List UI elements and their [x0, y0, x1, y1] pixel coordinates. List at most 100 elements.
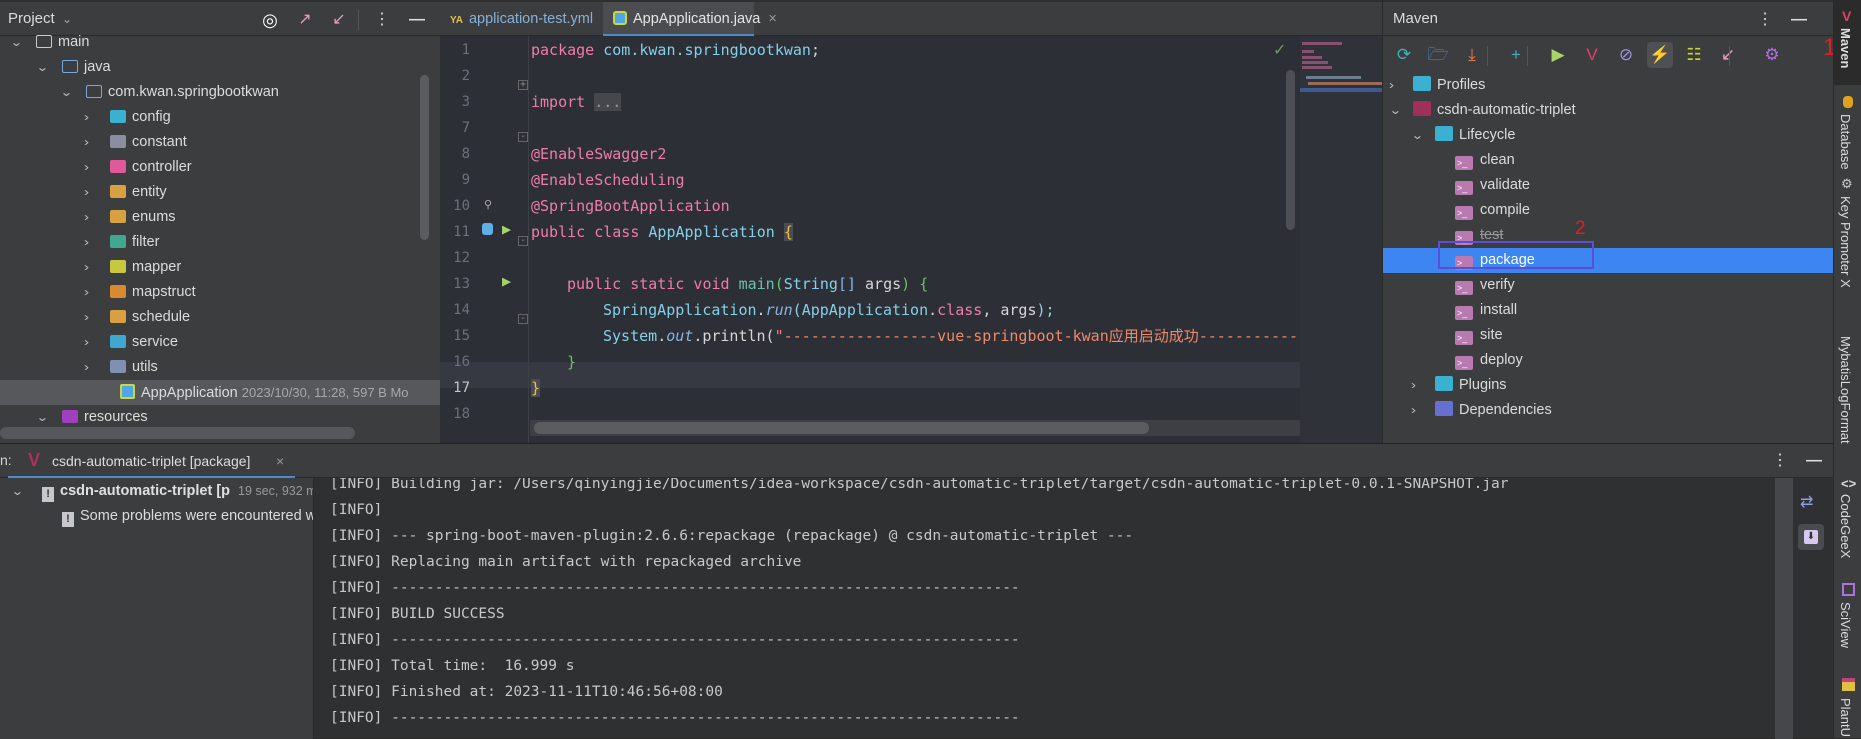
tool-key-promoter-x[interactable]: Key Promoter X: [1838, 196, 1853, 288]
chevron-right-icon[interactable]: ›: [1411, 398, 1429, 423]
maven-tree-item[interactable]: >_ compile: [1383, 198, 1833, 223]
maven-tree-item[interactable]: >_ deploy: [1383, 348, 1833, 373]
chevron-right-icon[interactable]: ›: [84, 330, 102, 355]
tab-application-test-yml[interactable]: YAapplication-test.yml ×: [440, 2, 612, 36]
chevron-right-icon[interactable]: ›: [1389, 73, 1407, 98]
fold-collapse-icon[interactable]: -: [518, 132, 528, 142]
project-tree-item[interactable]: AppApplication 2023/10/30, 11:28, 597 B …: [0, 380, 451, 405]
soft-wrap-icon[interactable]: ⇄: [1800, 492, 1813, 512]
chevron-right-icon[interactable]: ›: [84, 130, 102, 155]
minimize-icon[interactable]: —: [1787, 8, 1811, 32]
chevron-right-icon[interactable]: ›: [84, 255, 102, 280]
project-tree-item[interactable]: › schedule: [0, 305, 420, 330]
horizontal-scrollbar[interactable]: [534, 422, 1149, 434]
project-tree-item[interactable]: ⌄ java: [0, 55, 420, 80]
chevron-down-icon[interactable]: ⌄: [1389, 98, 1407, 123]
project-tree-item[interactable]: ⌄ com.kwan.springbootkwan: [0, 80, 420, 105]
tab-app-application-java[interactable]: AppApplication.java ×: [603, 2, 777, 36]
project-tree-item[interactable]: › entity: [0, 180, 420, 205]
chevron-down-icon[interactable]: ⌄: [1411, 123, 1429, 148]
chevron-right-icon[interactable]: ›: [84, 230, 102, 255]
more-options-icon[interactable]: ⋮: [1768, 449, 1792, 473]
console-scrollbar[interactable]: [1775, 478, 1793, 739]
maven-tree-item[interactable]: › Plugins: [1383, 373, 1833, 398]
maven-tree-item[interactable]: › Profiles: [1383, 73, 1833, 98]
chevron-right-icon[interactable]: ›: [84, 305, 102, 330]
project-tree-item[interactable]: › mapstruct: [0, 280, 420, 305]
code-minimap[interactable]: [1300, 36, 1382, 443]
expand-all-icon[interactable]: ↗: [293, 8, 317, 32]
spring-bean-icon[interactable]: [482, 223, 493, 235]
project-tree-item[interactable]: › filter: [0, 230, 420, 255]
project-tree-item[interactable]: ⌄ main: [0, 30, 420, 55]
code-editor[interactable]: 1 2 3 7 8 9 10 11 12 13 14 15 16 17 18 + - - - ⚲ ▶ ▶ p…: [440, 36, 1300, 443]
chevron-down-icon[interactable]: ⌄: [36, 55, 54, 80]
download-icon[interactable]: ⤓: [1459, 42, 1485, 68]
scroll-to-end-button[interactable]: ⬇: [1798, 524, 1824, 550]
maven-tree-item[interactable]: >_ clean: [1383, 148, 1833, 173]
minimize-icon[interactable]: —: [1802, 449, 1826, 473]
no-problems-check-icon[interactable]: ✓: [1273, 40, 1286, 59]
run-tab-package[interactable]: V csdn-automatic-triplet [package] ×: [8, 444, 295, 478]
maven-tree-item[interactable]: >_ site: [1383, 323, 1833, 348]
close-icon[interactable]: ×: [768, 11, 776, 27]
chevron-down-icon[interactable]: ⌄: [62, 12, 72, 26]
chevron-right-icon[interactable]: ›: [84, 180, 102, 205]
project-tree-item[interactable]: › service: [0, 330, 420, 355]
vertical-scrollbar[interactable]: [1286, 70, 1295, 230]
console-output[interactable]: [INFO] Building jar: /Users/qinyingjie/D…: [0, 478, 1775, 739]
fold-expand-icon[interactable]: +: [518, 80, 528, 90]
chevron-right-icon[interactable]: ›: [1411, 373, 1429, 398]
maven-tree-item[interactable]: ⌄ Lifecycle: [1383, 123, 1833, 148]
project-tree-item[interactable]: › mapper: [0, 255, 420, 280]
chevron-right-icon[interactable]: ›: [84, 280, 102, 305]
horizontal-scrollbar[interactable]: [0, 427, 355, 439]
add-icon[interactable]: +: [1503, 42, 1529, 68]
execute-maven-goal-icon[interactable]: V: [1579, 42, 1605, 68]
reimport-folder-icon[interactable]: 🗁: [1425, 42, 1451, 68]
collapse-all-icon[interactable]: ↙: [327, 8, 351, 32]
run-icon[interactable]: ▶: [502, 220, 511, 238]
maven-tree-item[interactable]: › Dependencies: [1383, 398, 1833, 423]
tool-sciview[interactable]: SciView: [1838, 602, 1853, 648]
locate-file-icon[interactable]: ◎: [258, 8, 282, 32]
close-icon[interactable]: ×: [276, 453, 284, 469]
tool-maven[interactable]: Maven: [1838, 28, 1853, 68]
settings-icon[interactable]: ⚙: [1759, 42, 1785, 68]
run-icon[interactable]: ▶: [1545, 42, 1571, 68]
maven-tree-item[interactable]: ⌄ csdn-automatic-triplet: [1383, 98, 1833, 123]
fold-collapse-icon[interactable]: -: [518, 236, 528, 246]
fold-collapse-icon[interactable]: -: [518, 314, 528, 324]
chevron-down-icon[interactable]: ⌄: [60, 80, 78, 105]
folded-imports[interactable]: ...: [594, 93, 622, 111]
reload-icon[interactable]: ⟳: [1391, 42, 1417, 68]
maven-tree-item[interactable]: >_ validate: [1383, 173, 1833, 198]
search-usages-icon[interactable]: ⚲: [484, 198, 492, 211]
chevron-right-icon[interactable]: ›: [84, 205, 102, 230]
maven-tree-item[interactable]: >_ verify: [1383, 273, 1833, 298]
skip-tests-icon[interactable]: ⚡: [1647, 42, 1673, 68]
project-tree-item[interactable]: › utils: [0, 355, 420, 380]
project-tree-item[interactable]: › config: [0, 105, 420, 130]
chevron-right-icon[interactable]: ›: [84, 105, 102, 130]
tool-plantuml[interactable]: PlantU: [1838, 698, 1853, 737]
project-tree-item[interactable]: › enums: [0, 205, 420, 230]
toggle-offline-icon[interactable]: ⊘: [1613, 42, 1639, 68]
maven-tree-item[interactable]: >_ install: [1383, 298, 1833, 323]
project-tree-item[interactable]: › constant: [0, 130, 420, 155]
project-view-selector[interactable]: Project: [8, 10, 55, 27]
more-options-icon[interactable]: ⋮: [370, 8, 394, 32]
minimize-icon[interactable]: —: [405, 8, 429, 32]
tool-codegeex[interactable]: CodeGeeX: [1838, 494, 1853, 558]
tool-mybatis-log-format[interactable]: MybatisLogFormat: [1838, 336, 1853, 444]
vertical-scrollbar[interactable]: [420, 75, 429, 240]
show-dependencies-icon[interactable]: ☷: [1681, 42, 1707, 68]
collapse-all-icon[interactable]: ↙: [1715, 42, 1741, 68]
tool-database[interactable]: Database: [1838, 114, 1853, 170]
chevron-down-icon[interactable]: ⌄: [10, 30, 28, 55]
project-tree-item[interactable]: › controller: [0, 155, 420, 180]
chevron-right-icon[interactable]: ›: [84, 355, 102, 380]
run-icon[interactable]: ▶: [502, 272, 511, 290]
more-options-icon[interactable]: ⋮: [1753, 8, 1777, 32]
chevron-right-icon[interactable]: ›: [84, 155, 102, 180]
